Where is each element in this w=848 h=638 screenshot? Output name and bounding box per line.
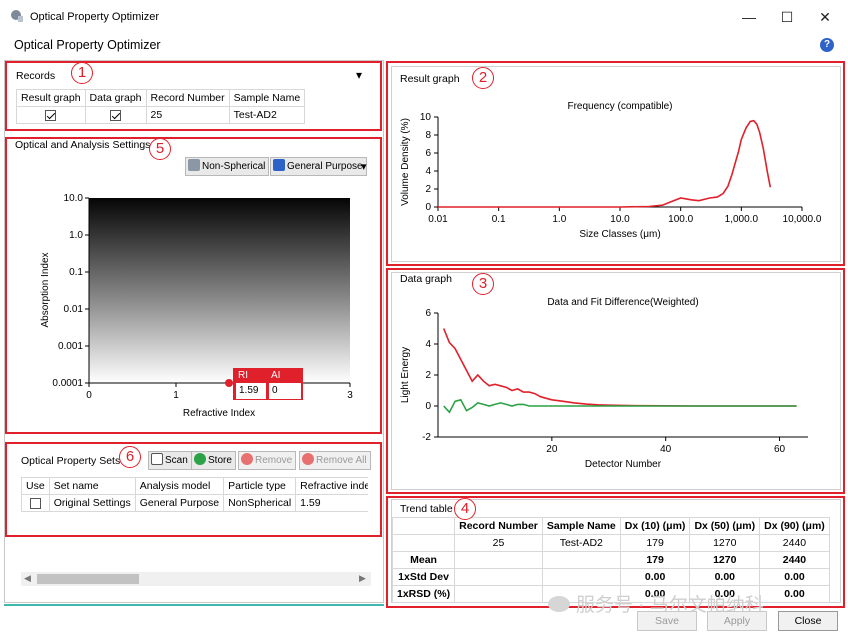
save-button[interactable]: Save [637,611,697,631]
title-bar: Optical Property Optimizer — ☐ ✕ [0,0,848,34]
annotation-marker-3: 3 [472,273,494,295]
annotation-marker-5: 5 [149,138,171,160]
scroll-right-arrow[interactable]: ▶ [359,573,366,584]
annotation-box-2 [386,61,845,266]
minimize-button[interactable]: — [738,6,760,28]
scrollbar-thumb[interactable] [37,574,139,584]
apply-button[interactable]: Apply [707,611,767,631]
optical-sets-scrollbar[interactable]: ◀ ▶ [21,572,371,586]
footer-divider [4,604,384,606]
annotation-box-5 [5,137,382,434]
page-title: Optical Property Optimizer [14,38,161,52]
annotation-box-3 [386,268,845,494]
annotation-marker-1: 1 [71,62,93,84]
close-button[interactable]: Close [778,611,838,631]
wechat-icon [548,596,570,612]
scroll-left-arrow[interactable]: ◀ [24,573,31,584]
annotation-marker-6: 6 [119,446,141,468]
help-icon[interactable]: ? [820,38,834,52]
window-title: Optical Property Optimizer [30,11,159,23]
annotation-marker-4: 4 [454,498,476,520]
close-window-button[interactable]: ✕ [814,6,836,28]
maximize-button[interactable]: ☐ [776,6,798,28]
annotation-box-1 [5,61,382,131]
app-icon [11,10,23,22]
annotation-box-6 [5,442,382,537]
annotation-marker-2: 2 [472,67,494,89]
